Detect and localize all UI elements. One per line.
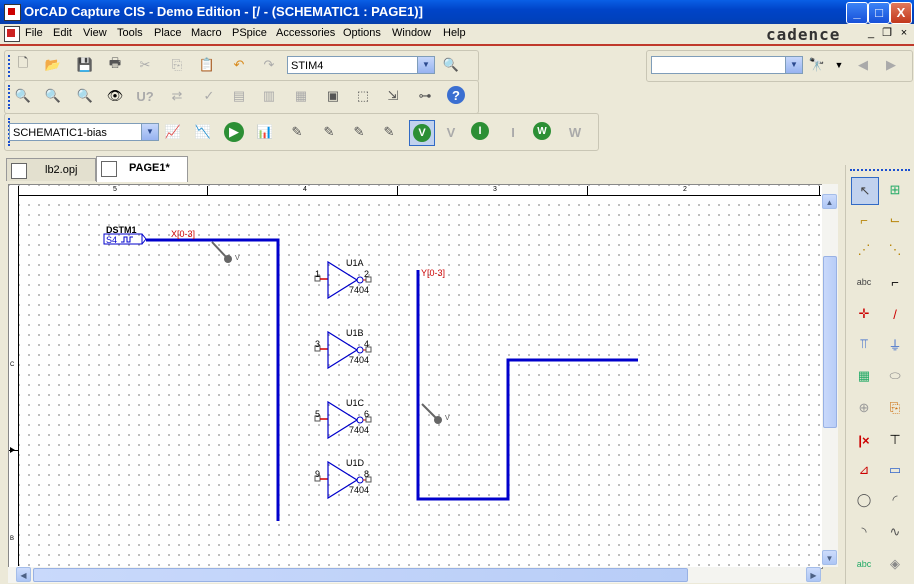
probe-label: V [445, 415, 450, 422]
place-bezier-icon[interactable]: ∿ [882, 519, 908, 545]
bus-x[interactable] [146, 238, 280, 521]
place-bus-icon[interactable]: ⋰ [851, 237, 877, 263]
place-hierarchical-block-icon[interactable]: ▦ [851, 363, 877, 389]
place-bus-entry-line-icon[interactable]: / [882, 301, 908, 327]
place-text-icon[interactable]: abc [851, 269, 877, 295]
scroll-right-button[interactable]: ▶ [806, 567, 821, 582]
place-bus-entry-icon[interactable]: ⌐ [882, 269, 908, 295]
part-ref-label[interactable]: U1C [346, 398, 364, 408]
place-rectangle-icon[interactable]: ▭ [882, 457, 908, 483]
vertical-scroll-thumb[interactable] [823, 256, 837, 428]
place-pin-icon[interactable]: ⊕ [851, 395, 877, 421]
horizontal-scroll-thumb[interactable] [33, 568, 688, 582]
part-value-label[interactable]: 7404 [349, 485, 369, 495]
place-port-icon[interactable]: ⬭ [882, 363, 908, 389]
part-value-label[interactable]: 7404 [349, 425, 369, 435]
stimulus-arrow [141, 233, 147, 245]
voltage-probe-icon[interactable] [434, 416, 442, 424]
horizontal-scrollbar[interactable]: ◀ ▶ [8, 567, 821, 583]
place-arc-icon[interactable]: ◜ [882, 487, 908, 513]
voltage-probe-icon[interactable] [224, 255, 232, 263]
pin-number-label: 6 [364, 409, 370, 419]
place-wire-icon[interactable]: ⌐ [851, 207, 877, 233]
place-junction-dot-icon[interactable]: ✛ [851, 301, 877, 327]
part-ref-label[interactable]: U1B [346, 328, 364, 338]
pin-number-label: 8 [364, 469, 370, 479]
place-line-icon[interactable]: ⊤ [882, 427, 908, 453]
place-ellipse-icon[interactable]: ◯ [851, 487, 877, 513]
pin-number-label: 3 [315, 339, 321, 349]
voltage-probe-line [211, 241, 228, 259]
part-ref-label[interactable]: U1D [346, 458, 364, 468]
place-net-alias-icon[interactable]: ⌙ [882, 207, 908, 233]
scroll-down-button[interactable]: ▼ [822, 550, 837, 565]
stimulus-ref-label[interactable]: DSTM1 [106, 225, 137, 235]
place-polyline-icon[interactable]: ⊿ [851, 457, 877, 483]
part-ref-label[interactable]: U1A [346, 258, 364, 268]
net-label-y[interactable]: Y[0-3] [421, 268, 445, 278]
part-value-label[interactable]: 7404 [349, 285, 369, 295]
place-no-connect-icon[interactable]: |× [851, 427, 877, 453]
pin-number-label: 9 [315, 469, 321, 479]
draw-palette: ↖ ⊞ ⌐ ⌙ ⋰ ⋱ abc ⌐ ✛ / ⫪ ⏚ ▦ ⬭ ⊕ ⎘ |× ⊤ ⊿… [845, 165, 914, 584]
place-text-block-icon[interactable]: abc [851, 551, 877, 577]
place-part-icon[interactable]: ⊞ [882, 177, 908, 203]
pin-number-label: 1 [315, 269, 321, 279]
schematic-drawing [10, 233, 638, 521]
pin-number-label: 5 [315, 409, 321, 419]
stimulus-waveform [121, 236, 133, 243]
voltage-probe-line [421, 403, 438, 420]
scroll-up-button[interactable]: ▲ [822, 194, 837, 209]
probe-label: V [235, 255, 240, 262]
bus-y[interactable] [416, 270, 638, 501]
select-tool-icon[interactable]: ↖ [851, 177, 879, 205]
net-label-x[interactable]: X[0-3] [171, 229, 195, 239]
vertical-scrollbar[interactable]: ▲ ▼ [822, 184, 838, 567]
part-value-label[interactable]: 7404 [349, 355, 369, 365]
place-picture-icon[interactable]: ◈ [882, 551, 908, 577]
place-off-page-icon[interactable]: ⎘ [882, 395, 908, 421]
scroll-left-button[interactable]: ◀ [16, 567, 31, 582]
stimulus-value-label[interactable]: S4 [106, 235, 117, 245]
place-junction-icon[interactable]: ⋱ [882, 237, 908, 263]
place-power-icon[interactable]: ⫪ [851, 331, 877, 357]
palette-grip[interactable] [850, 169, 910, 174]
border-arrow-icon [10, 447, 15, 453]
pin-number-label: 4 [364, 339, 370, 349]
place-elliptical-arc-icon[interactable]: ◝ [851, 519, 877, 545]
place-ground-icon[interactable]: ⏚ [882, 331, 908, 357]
pin-number-label: 2 [364, 269, 370, 279]
